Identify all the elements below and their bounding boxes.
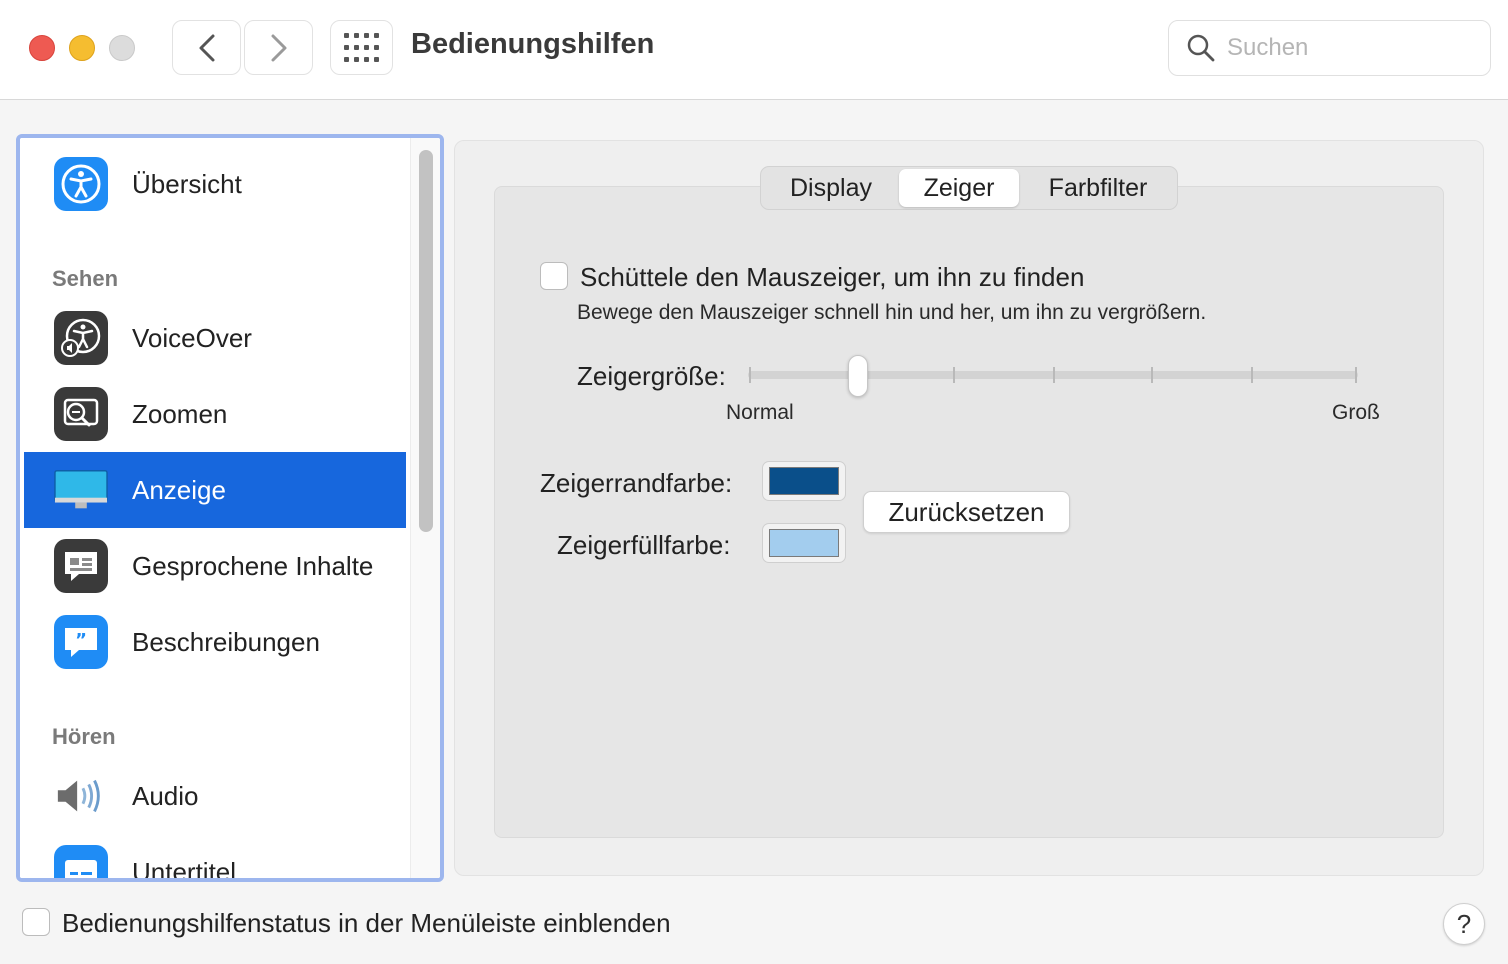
title-bar: Bedienungshilfen <box>0 0 1508 100</box>
shake-to-locate-checkbox[interactable] <box>540 262 568 290</box>
outline-color-swatch <box>769 467 839 495</box>
scrollbar-thumb[interactable] <box>419 150 433 532</box>
sidebar-item-label: Gesprochene Inhalte <box>132 550 374 581</box>
zoom-window-button[interactable] <box>109 35 135 61</box>
search-icon <box>1187 34 1215 62</box>
sidebar-item-uebersicht[interactable]: Übersicht <box>24 146 406 222</box>
pointer-size-slider-knob[interactable] <box>848 355 869 397</box>
pointer-size-min-label: Normal <box>726 401 794 424</box>
descriptions-icon: ” <box>54 615 108 669</box>
slider-tick <box>953 367 955 383</box>
shake-to-locate-description: Bewege den Mauszeiger schnell hin und he… <box>577 301 1207 324</box>
display-icon <box>54 463 108 517</box>
minimize-window-button[interactable] <box>69 35 95 61</box>
sidebar-item-untertitel[interactable]: Untertitel <box>24 834 406 882</box>
chevron-left-icon <box>199 34 214 61</box>
sidebar-item-label: Anzeige <box>132 474 226 505</box>
pointer-outline-color-well[interactable] <box>762 461 846 501</box>
sidebar-item-label: VoiceOver <box>132 322 252 353</box>
slider-tick <box>1355 367 1357 383</box>
sidebar-item-label: Beschreibungen <box>132 626 320 657</box>
pointer-fill-color-well[interactable] <box>762 523 846 563</box>
speaker-icon <box>54 769 108 823</box>
search-input[interactable] <box>1227 34 1477 62</box>
sidebar-item-beschreibungen[interactable]: ” Beschreibungen <box>24 604 406 680</box>
show-all-button[interactable] <box>330 20 393 75</box>
pointer-outline-color-label: Zeigerrandfarbe: <box>540 468 733 498</box>
slider-tick <box>749 367 751 383</box>
zoom-icon <box>54 387 108 441</box>
svg-text:”: ” <box>75 630 87 651</box>
voiceover-icon <box>54 311 108 365</box>
slider-tick <box>1053 367 1055 383</box>
spoken-content-icon <box>54 539 108 593</box>
tab-display[interactable]: Display <box>765 169 897 207</box>
sidebar-list: Übersicht Sehen VoiceOver Zoomen Anzeige <box>20 138 410 878</box>
sidebar-item-gesprochene-inhalte[interactable]: Gesprochene Inhalte <box>24 528 406 604</box>
sidebar-item-label: Audio <box>132 780 199 811</box>
window-title: Bedienungshilfen <box>411 28 655 60</box>
slider-tick <box>1151 367 1153 383</box>
back-button[interactable] <box>172 20 241 75</box>
sidebar-item-label: Untertitel <box>132 856 237 882</box>
help-button[interactable]: ? <box>1443 903 1485 945</box>
captions-icon <box>54 845 108 878</box>
pointer-fill-color-label: Zeigerfüllfarbe: <box>557 530 731 560</box>
sidebar-section-sehen: Sehen <box>52 266 119 291</box>
close-window-button[interactable] <box>29 35 55 61</box>
sidebar-item-label: Übersicht <box>132 168 242 199</box>
tab-farbfilter[interactable]: Farbfilter <box>1023 169 1173 207</box>
reset-button[interactable]: Zurücksetzen <box>863 491 1070 533</box>
pointer-size-max-label: Groß <box>1332 401 1380 424</box>
sidebar-item-voiceover[interactable]: VoiceOver <box>24 300 406 376</box>
grid-icon <box>343 32 379 62</box>
sidebar: Übersicht Sehen VoiceOver Zoomen Anzeige <box>16 134 444 882</box>
slider-tick <box>1251 367 1253 383</box>
sidebar-item-zoomen[interactable]: Zoomen <box>24 376 406 452</box>
sidebar-item-anzeige[interactable]: Anzeige <box>24 452 406 528</box>
tab-zeiger[interactable]: Zeiger <box>899 169 1019 207</box>
pointer-size-label: Zeigergröße: <box>577 361 726 391</box>
sidebar-scrollbar[interactable] <box>410 138 440 878</box>
menubar-status-label: Bedienungshilfenstatus in der Menüleiste… <box>62 908 671 938</box>
menubar-status-checkbox[interactable] <box>22 908 50 936</box>
accessibility-icon <box>54 157 108 211</box>
search-field[interactable] <box>1168 20 1491 76</box>
chevron-right-icon <box>271 34 286 61</box>
sidebar-item-label: Zoomen <box>132 398 228 429</box>
tab-bar: Display Zeiger Farbfilter <box>760 166 1178 210</box>
sidebar-section-hoeren: Hören <box>52 724 116 749</box>
fill-color-swatch <box>769 529 839 557</box>
forward-button[interactable] <box>244 20 313 75</box>
shake-to-locate-label: Schüttele den Mauszeiger, um ihn zu find… <box>580 262 1085 292</box>
sidebar-item-audio[interactable]: Audio <box>24 758 406 834</box>
